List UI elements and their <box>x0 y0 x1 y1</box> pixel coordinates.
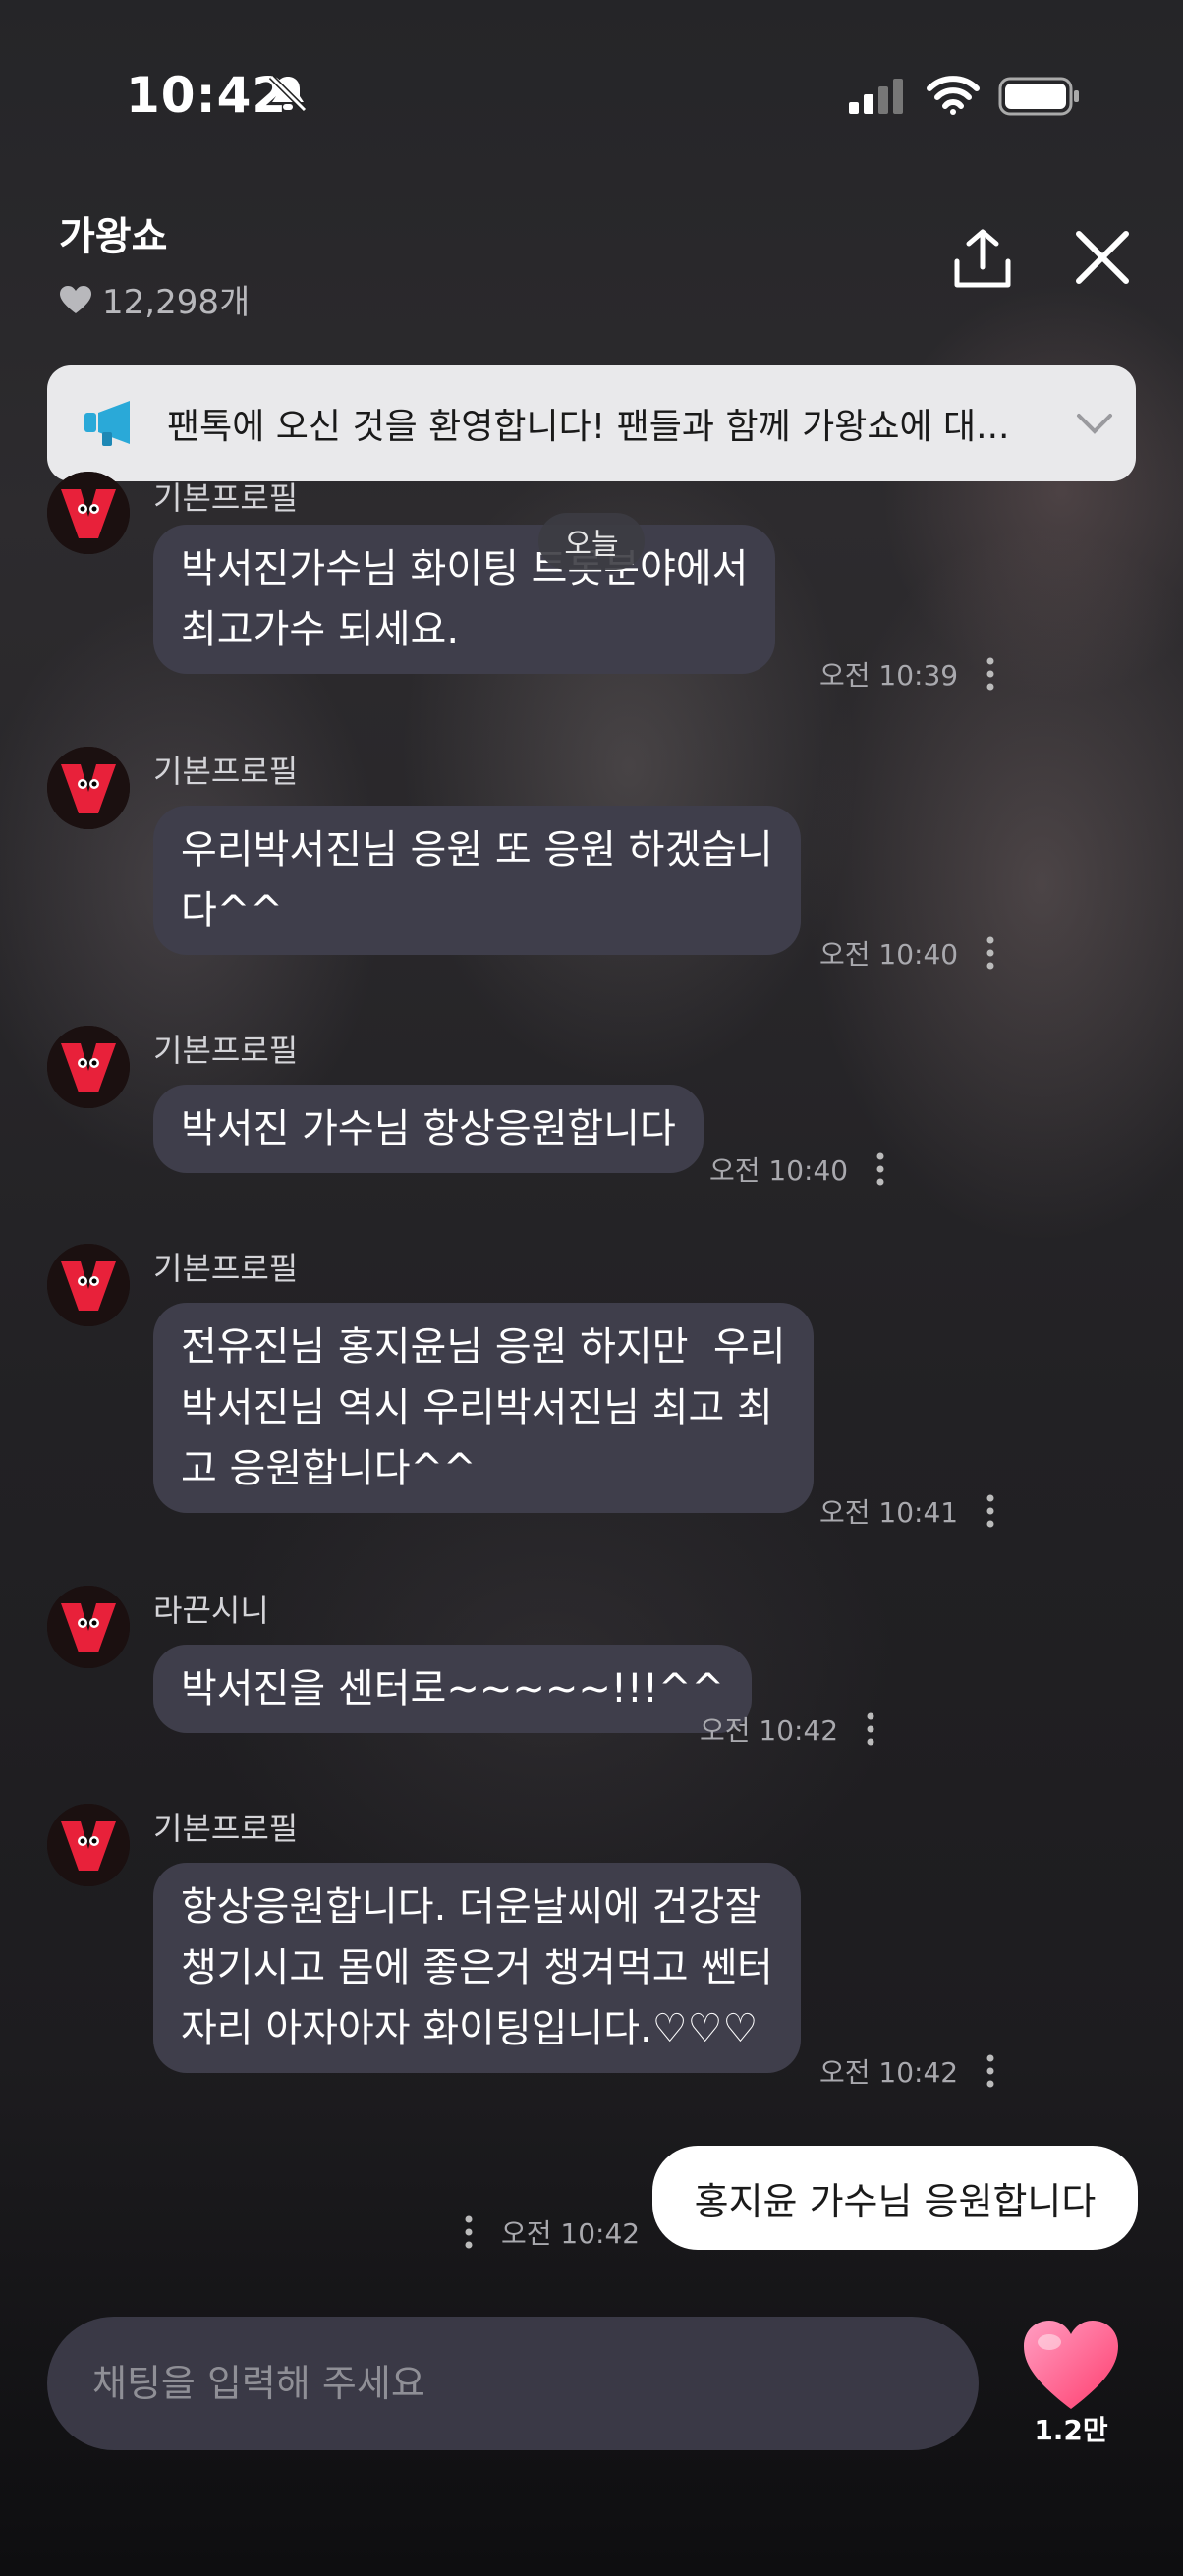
signal-icon <box>849 79 903 114</box>
message-time: 오전 10:42 <box>700 1714 839 1747</box>
avatar[interactable] <box>47 1804 130 1886</box>
date-chip: 오늘 <box>538 513 645 570</box>
more-icon[interactable] <box>986 2053 995 2089</box>
message-meta: 오전 10:42 <box>700 1709 875 1749</box>
sender-name: 기본프로필 <box>153 1032 299 1069</box>
wifi-icon <box>927 76 980 115</box>
sender-name: 기본프로필 <box>153 1250 299 1287</box>
heart-icon <box>60 285 91 313</box>
status-bar: 10:42 <box>0 0 1183 187</box>
bell-muted-icon <box>268 74 308 113</box>
more-icon[interactable] <box>866 1711 875 1747</box>
like-count: 1.2만 <box>1034 2414 1108 2446</box>
sender-name: 기본프로필 <box>153 479 299 517</box>
message-time: 오전 10:40 <box>709 1154 849 1187</box>
message-meta: 오전 10:40 <box>819 933 995 973</box>
more-icon[interactable] <box>875 1151 885 1187</box>
message-meta: 오전 10:40 <box>709 1149 885 1189</box>
chevron-down-icon[interactable] <box>1075 410 1114 437</box>
more-icon[interactable] <box>986 935 995 971</box>
message-meta: 오전 10:39 <box>819 654 995 694</box>
my-message-meta: 오전 10:42 <box>464 2212 640 2252</box>
megaphone-icon <box>84 401 130 446</box>
more-icon[interactable] <box>986 1493 995 1529</box>
message-time: 오전 10:42 <box>501 2217 641 2250</box>
message-bubble[interactable]: 우리박서진님 응원 또 응원 하겠습니 다^^ <box>153 806 801 955</box>
room-likes: 12,298개 <box>59 275 250 323</box>
message-time: 오전 10:40 <box>819 938 959 971</box>
clock: 10:42 <box>126 67 288 124</box>
more-icon[interactable] <box>986 656 995 692</box>
more-icon[interactable] <box>464 2214 474 2250</box>
message-meta: 오전 10:42 <box>819 2051 995 2091</box>
avatar[interactable] <box>47 1244 130 1326</box>
avatar[interactable] <box>47 472 130 554</box>
avatar[interactable] <box>47 1586 130 1668</box>
avatar[interactable] <box>47 747 130 829</box>
notice-banner[interactable]: 팬톡에 오신 것을 환영합니다! 팬들과 함께 가왕쇼에 대... <box>47 365 1136 481</box>
message-bubble[interactable]: 박서진 가수님 항상응원합니다 <box>153 1085 704 1173</box>
message-time: 오전 10:41 <box>819 1496 959 1529</box>
notice-text: 팬톡에 오신 것을 환영합니다! 팬들과 함께 가왕쇼에 대... <box>167 407 1010 447</box>
message-bubble[interactable]: 박서진가수님 화이팅 트롯분야에서 최고가수 되세요. <box>153 525 776 674</box>
my-message-bubble[interactable]: 홍지윤 가수님 응원합니다 <box>652 2146 1138 2250</box>
close-icon[interactable] <box>1071 226 1134 289</box>
chat-header: 가왕쇼 12,298개 <box>0 187 1183 334</box>
share-icon[interactable] <box>949 226 1016 293</box>
message-bubble[interactable]: 항상응원합니다. 더운날씨에 건강잘 챙기시고 몸에 좋은거 챙겨먹고 쎈터 자… <box>153 1863 801 2073</box>
message-bubble[interactable]: 전유진님 홍지윤님 응원 하지만 우리 박서진님 역시 우리박서진님 최고 최 … <box>153 1303 814 1513</box>
sender-name: 라끈시니 <box>153 1592 269 1629</box>
message-time: 오전 10:39 <box>819 659 959 692</box>
likes-count: 12,298개 <box>102 283 251 322</box>
message-bubble[interactable]: 박서진을 센터로~~~~~!!!^^ <box>153 1645 753 1733</box>
battery-icon <box>998 77 1079 116</box>
room-title: 가왕쇼 <box>59 214 168 259</box>
avatar[interactable] <box>47 1026 130 1108</box>
sender-name: 기본프로필 <box>153 1810 299 1847</box>
sender-name: 기본프로필 <box>153 753 299 790</box>
message-time: 오전 10:42 <box>819 2056 959 2089</box>
message-meta: 오전 10:41 <box>819 1491 995 1531</box>
chat-input[interactable] <box>47 2317 979 2450</box>
heart-like-icon[interactable] <box>1020 2319 1122 2413</box>
